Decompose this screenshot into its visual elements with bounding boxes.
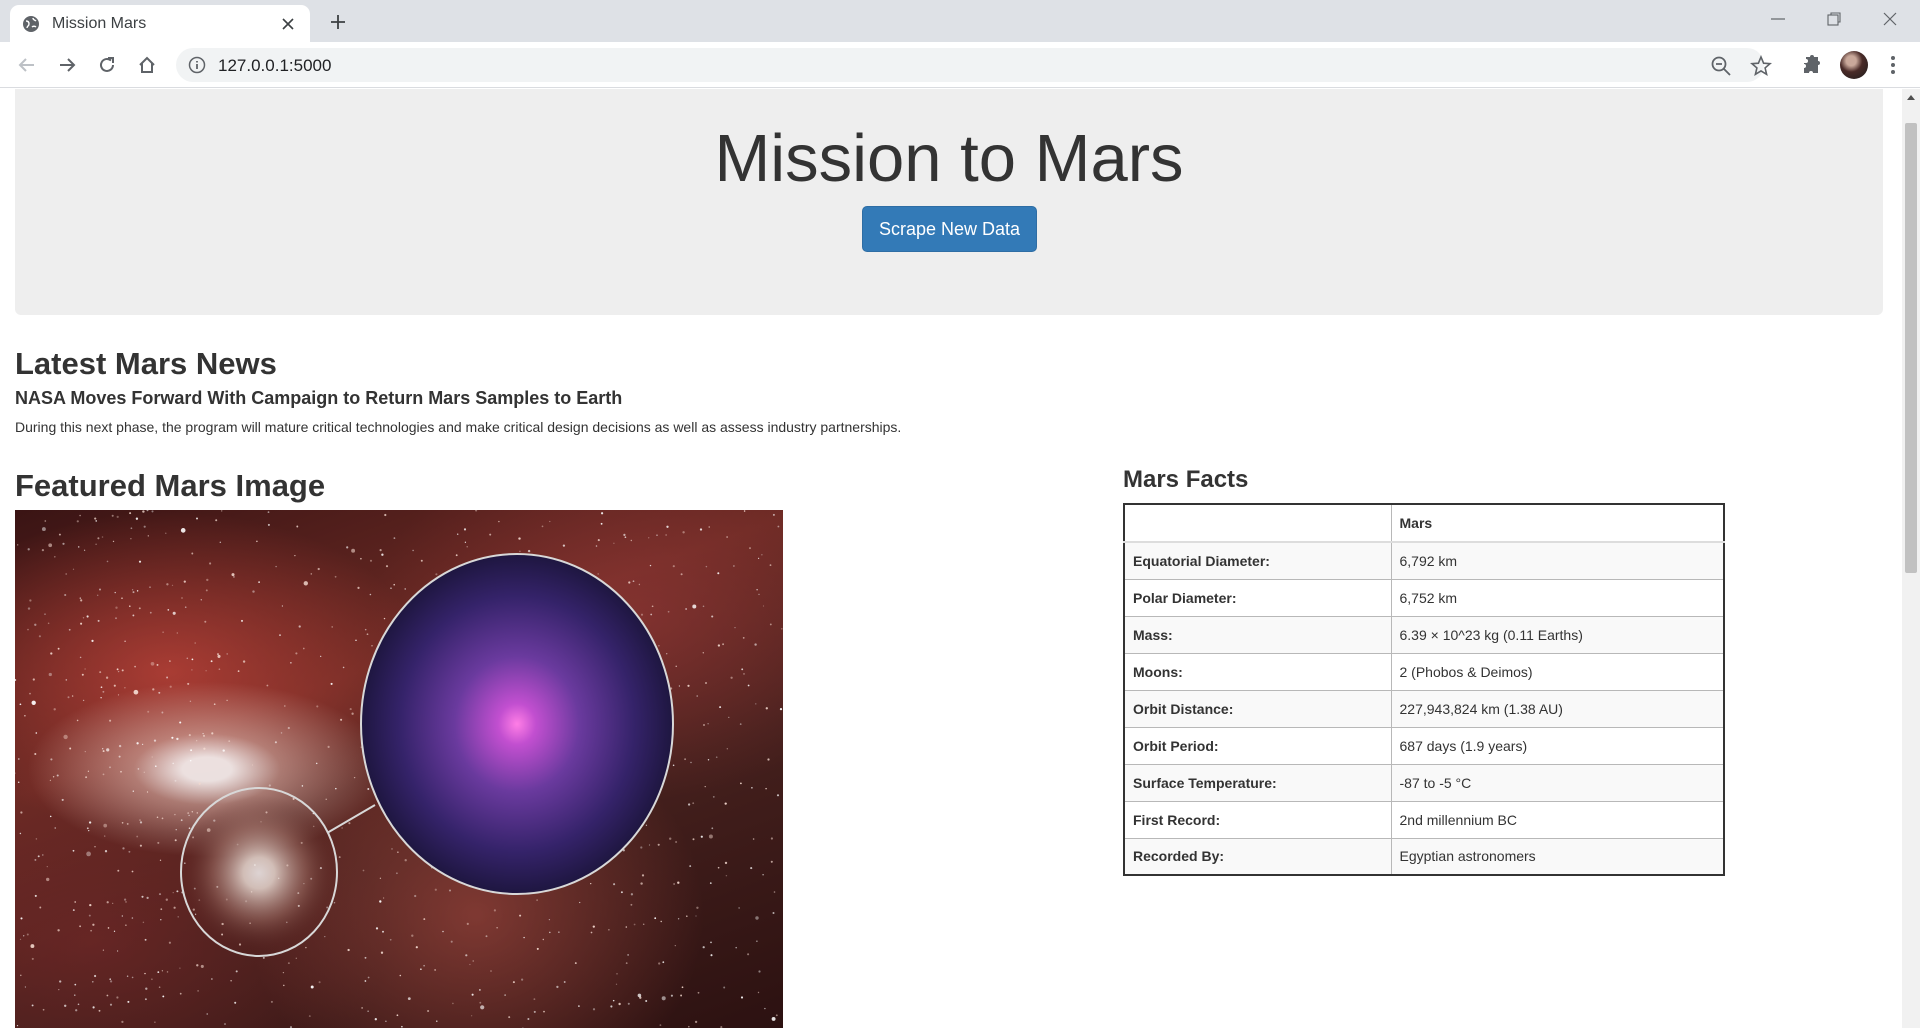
fact-label: Mass: [1123,615,1392,654]
back-icon[interactable] [11,49,43,81]
table-row: Recorded By: Egyptian astronomers [1123,837,1725,876]
table-row: Moons: 2 (Phobos & Deimos) [1123,652,1725,691]
minimize-icon[interactable] [1750,0,1806,38]
info-icon[interactable] [188,56,206,74]
page-viewport: Mission to Mars Scrape New Data Latest M… [0,89,1902,1028]
reload-icon[interactable] [91,49,123,81]
table-header-row: Mars [1123,503,1725,543]
news-title: NASA Moves Forward With Campaign to Retu… [15,388,623,408]
avatar[interactable] [1840,51,1868,79]
table-row: Surface Temperature: -87 to -5 °C [1123,763,1725,802]
table-header-cell: Mars [1390,503,1725,543]
address-bar[interactable]: 127.0.0.1:5000 [176,48,1772,82]
fact-label: Orbit Distance: [1123,689,1392,728]
fact-value: 227,943,824 km (1.38 AU) [1390,689,1725,728]
globe-icon [22,15,40,33]
table-row: Polar Diameter: 6,752 km [1123,578,1725,617]
scrape-button[interactable]: Scrape New Data [862,206,1037,252]
table-header-cell [1123,503,1392,543]
browser-toolbar: 127.0.0.1:5000 [0,42,1920,88]
home-icon[interactable] [131,49,163,81]
plus-icon[interactable] [326,10,350,34]
fact-value: 6,752 km [1390,578,1725,617]
table-row: First Record: 2nd millennium BC [1123,800,1725,839]
browser-tab[interactable]: Mission Mars [10,5,310,42]
fact-label: First Record: [1123,800,1392,839]
forward-icon[interactable] [51,49,83,81]
window-close-icon[interactable] [1862,0,1918,38]
table-row: Orbit Period: 687 days (1.9 years) [1123,726,1725,765]
zoom-icon[interactable] [1710,55,1732,77]
fact-value: 2 (Phobos & Deimos) [1390,652,1725,691]
fact-value: 687 days (1.9 years) [1390,726,1725,765]
table-row: Equatorial Diameter: 6,792 km [1123,541,1725,580]
fact-value: 6,792 km [1390,541,1725,580]
news-heading: Latest Mars News [15,346,277,381]
news-paragraph: During this next phase, the program will… [15,419,902,435]
fact-label: Recorded By: [1123,837,1392,876]
url-text[interactable]: 127.0.0.1:5000 [218,56,331,76]
featured-mars-image [15,510,783,1028]
fact-label: Orbit Period: [1123,726,1392,765]
facts-heading: Mars Facts [1123,466,1249,493]
page-scrollbar[interactable] [1902,89,1920,1028]
extensions-icon[interactable] [1800,53,1824,77]
fact-value: 2nd millennium BC [1390,800,1725,839]
scrollbar-thumb[interactable] [1905,123,1917,573]
fact-value: 6.39 × 10^23 kg (0.11 Earths) [1390,615,1725,654]
close-icon[interactable] [278,14,298,34]
featured-image-heading: Featured Mars Image [15,468,326,503]
scroll-up-arrow-icon[interactable] [1902,89,1920,106]
tab-strip: Mission Mars [0,0,1920,42]
fact-value: -87 to -5 °C [1390,763,1725,802]
fact-label: Polar Diameter: [1123,578,1392,617]
page-title: Mission to Mars [714,121,1184,196]
table-row: Mass: 6.39 × 10^23 kg (0.11 Earths) [1123,615,1725,654]
fact-label: Equatorial Diameter: [1123,541,1392,580]
fact-label: Moons: [1123,652,1392,691]
fact-label: Surface Temperature: [1123,763,1392,802]
tab-title: Mission Mars [52,14,147,32]
table-row: Orbit Distance: 227,943,824 km (1.38 AU) [1123,689,1725,728]
mars-facts-table: Mars Equatorial Diameter: 6,792 km Polar … [1123,503,1725,876]
star-icon[interactable] [1750,54,1772,77]
jumbotron: Mission to Mars Scrape New Data [15,89,1883,315]
menu-icon[interactable] [1883,53,1903,77]
restore-icon[interactable] [1806,0,1862,38]
fact-value: Egyptian astronomers [1390,837,1725,876]
